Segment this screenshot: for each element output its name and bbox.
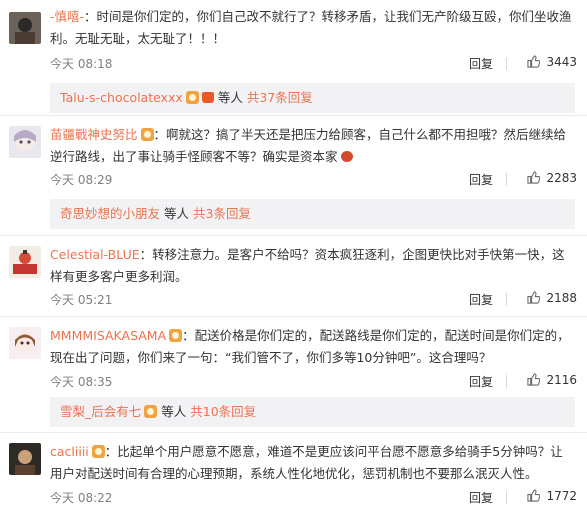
member-badge-icon bbox=[91, 445, 105, 458]
like-count: 2283 bbox=[546, 171, 577, 185]
member-badge-icon bbox=[140, 128, 154, 141]
sub-reply-username[interactable]: Talu-s-chocolatexxx bbox=[60, 90, 183, 105]
comment-meta: 今天 08:29 回复 2283 bbox=[50, 171, 577, 191]
like-button[interactable]: 2188 bbox=[527, 291, 577, 305]
member-badge-icon bbox=[169, 329, 183, 342]
comment-time: 今天 08:35 bbox=[50, 375, 113, 389]
reply-button[interactable]: 回复 bbox=[469, 55, 493, 72]
comment-username[interactable]: Celestial-BLUE bbox=[50, 247, 140, 262]
comment-meta: 今天 08:22 回复 1772 bbox=[50, 489, 577, 509]
sub-reply-text: 等人 bbox=[164, 206, 190, 221]
avatar[interactable] bbox=[9, 12, 41, 44]
sub-reply-text: 等人 bbox=[161, 404, 187, 419]
sub-replies[interactable]: 雪梨_后会有七 等人 共10条回复 bbox=[50, 397, 575, 427]
comment-meta: 今天 05:21 回复 2188 bbox=[50, 291, 577, 311]
member-badge-icon bbox=[144, 405, 158, 418]
like-button[interactable]: 2116 bbox=[527, 373, 577, 387]
comment-body: 苗疆戰神史努比 ：啊就这？搞了半天还是把压力给顾客，自己什么都不用担哦？然后继续给… bbox=[50, 124, 575, 168]
comment-time: 今天 08:22 bbox=[50, 491, 113, 505]
comment-body: -慎嘻-：时间是你们定的，你们自己改不就行了？转移矛盾，让我们无产阶级互殴，你们… bbox=[50, 6, 575, 50]
like-count: 2116 bbox=[546, 373, 577, 387]
avatar[interactable] bbox=[9, 327, 41, 359]
thumbs-up-icon bbox=[527, 291, 541, 304]
comment-username[interactable]: 苗疆戰神史努比 bbox=[50, 127, 138, 142]
sub-reply-username[interactable]: 雪梨_后会有七 bbox=[60, 404, 141, 419]
comment-text: ：比起单个用户愿意不愿意，难道不是更应该问平台愿不愿意多给骑手5分钟吗？让用户对… bbox=[50, 444, 563, 481]
member-badge-icon bbox=[185, 91, 199, 104]
avatar[interactable] bbox=[9, 246, 41, 278]
sub-replies[interactable]: Talu-s-chocolatexxx 等人 共37条回复 bbox=[50, 83, 575, 113]
divider bbox=[506, 293, 507, 306]
sub-reply-count[interactable]: 共3条回复 bbox=[193, 206, 251, 221]
comment-body: cacliiii ：比起单个用户愿意不愿意，难道不是更应该问平台愿不愿意多给骑手5… bbox=[50, 441, 575, 485]
comment-time: 今天 08:29 bbox=[50, 173, 113, 187]
like-count: 1772 bbox=[546, 489, 577, 503]
comment-meta: 今天 08:35 回复 2116 bbox=[50, 373, 577, 393]
comment-time: 今天 05:21 bbox=[50, 293, 113, 307]
emoji-icon bbox=[340, 151, 353, 162]
comment-body: MMMMISAKASAMA ：配送价格是你们定的，配送路线是你们定的，配送时间是你… bbox=[50, 325, 575, 369]
sub-reply-count[interactable]: 共10条回复 bbox=[190, 404, 256, 419]
divider bbox=[506, 375, 507, 388]
thumbs-up-icon bbox=[527, 373, 541, 386]
thumbs-up-icon bbox=[527, 489, 541, 502]
like-button[interactable]: 1772 bbox=[527, 489, 577, 503]
avatar[interactable] bbox=[9, 126, 41, 158]
sub-reply-username[interactable]: 奇思妙想的小朋友 bbox=[60, 206, 160, 221]
reply-button[interactable]: 回复 bbox=[469, 291, 493, 308]
like-count: 3443 bbox=[546, 55, 577, 69]
reply-button[interactable]: 回复 bbox=[469, 171, 493, 188]
comment-item: Celestial-BLUE：转移注意力。是客户不给吗？资本疯狂逐利，企图更快比… bbox=[0, 236, 587, 317]
divider bbox=[506, 491, 507, 504]
thumbs-up-icon bbox=[527, 171, 541, 184]
comment-meta: 今天 08:18 回复 3443 bbox=[50, 55, 577, 75]
divider bbox=[506, 173, 507, 186]
comment-username[interactable]: cacliiii bbox=[50, 444, 89, 459]
thumbs-up-icon bbox=[527, 55, 541, 68]
like-count: 2188 bbox=[546, 291, 577, 305]
reply-button[interactable]: 回复 bbox=[469, 489, 493, 506]
comment-username[interactable]: MMMMISAKASAMA bbox=[50, 328, 166, 343]
avatar[interactable] bbox=[9, 443, 41, 475]
crown-icon bbox=[201, 92, 214, 103]
sub-reply-count[interactable]: 共37条回复 bbox=[247, 90, 313, 105]
sub-replies[interactable]: 奇思妙想的小朋友 等人 共3条回复 bbox=[50, 199, 575, 229]
comment-item: cacliiii ：比起单个用户愿意不愿意，难道不是更应该问平台愿不愿意多给骑手5… bbox=[0, 433, 587, 510]
comment-body: Celestial-BLUE：转移注意力。是客户不给吗？资本疯狂逐利，企图更快比… bbox=[50, 244, 575, 288]
comment-text: ：时间是你们定的，你们自己改不就行了？转移矛盾，让我们无产阶级互殴，你们坐收渔利… bbox=[50, 9, 572, 46]
comment-item: 苗疆戰神史努比 ：啊就这？搞了半天还是把压力给顾客，自己什么都不用担哦？然后继续给… bbox=[0, 116, 587, 236]
comment-item: MMMMISAKASAMA ：配送价格是你们定的，配送路线是你们定的，配送时间是你… bbox=[0, 317, 587, 433]
comment-item: -慎嘻-：时间是你们定的，你们自己改不就行了？转移矛盾，让我们无产阶级互殴，你们… bbox=[0, 0, 587, 116]
like-button[interactable]: 3443 bbox=[527, 55, 577, 69]
comment-username[interactable]: -慎嘻- bbox=[50, 9, 84, 24]
like-button[interactable]: 2283 bbox=[527, 171, 577, 185]
sub-reply-text: 等人 bbox=[217, 90, 243, 105]
reply-button[interactable]: 回复 bbox=[469, 373, 493, 390]
comment-time: 今天 08:18 bbox=[50, 57, 113, 71]
divider bbox=[506, 57, 507, 70]
